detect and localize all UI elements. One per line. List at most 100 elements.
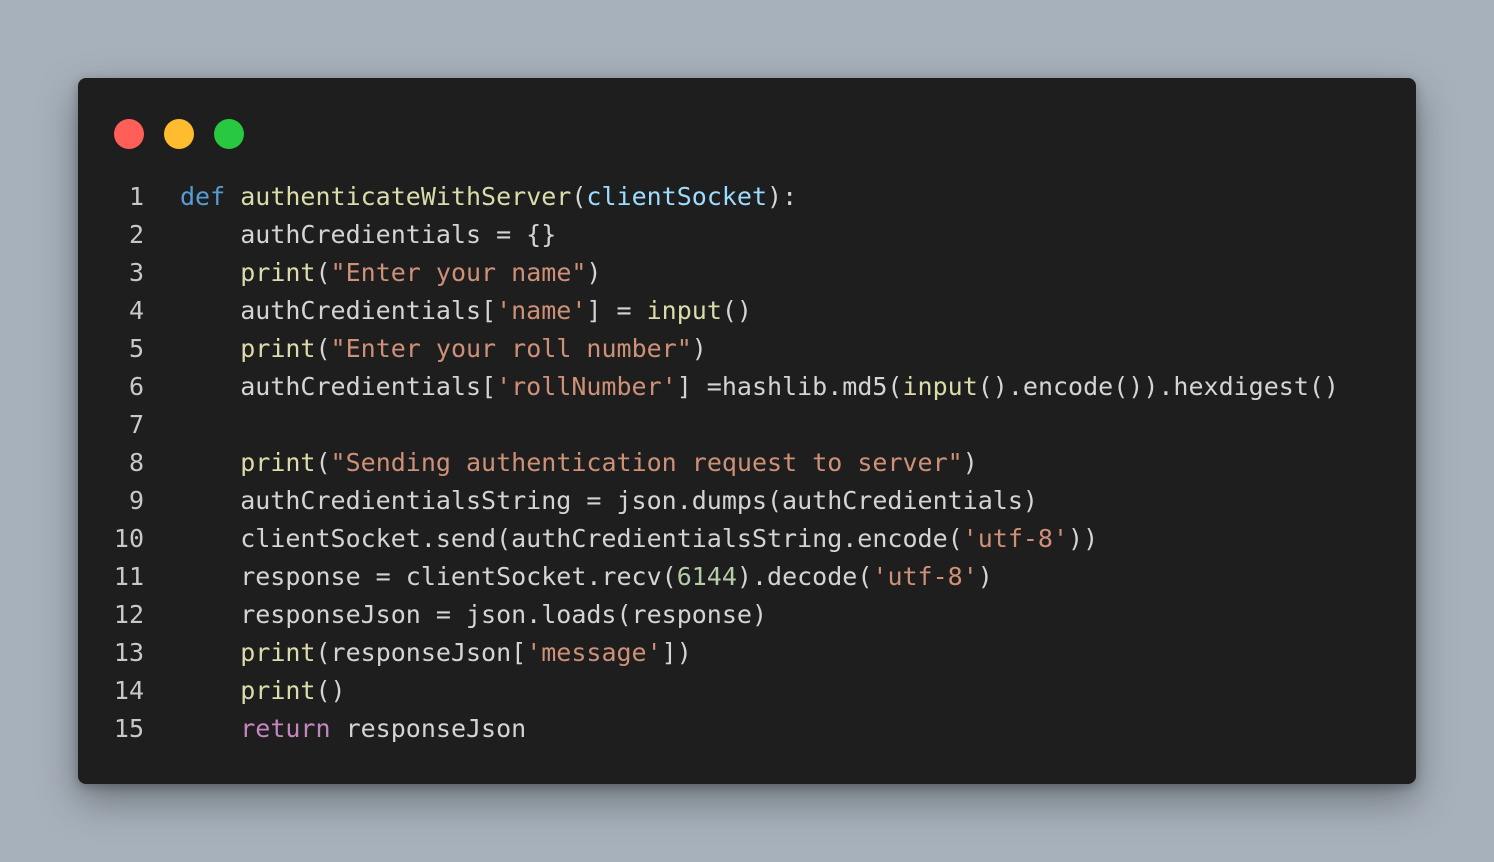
code-token: ( (571, 182, 587, 211)
code-token: ] = (586, 296, 647, 325)
line-number: 8 (128, 448, 144, 477)
code-token: ) (691, 334, 707, 363)
code-token: (responseJson[ (315, 638, 527, 667)
code-token: 6144 (676, 562, 737, 591)
code-token: "Enter your roll number" (330, 334, 692, 363)
code-token: ).decode( (736, 562, 873, 591)
code-token: print (240, 638, 316, 667)
code-line: 10 clientSocket.send(authCredientialsStr… (78, 520, 1416, 558)
code-token: responseJson (330, 714, 527, 743)
line-code: return responseJson (180, 710, 526, 748)
code-token: print (240, 676, 316, 705)
code-token: clientSocket.send(authCredientialsString… (180, 524, 963, 553)
code-token: 'name' (496, 296, 587, 325)
line-code: authCredientialsString = json.dumps(auth… (180, 482, 1038, 520)
code-line: 14 print() (78, 672, 1416, 710)
line-number: 6 (128, 372, 144, 401)
code-token: () (721, 296, 752, 325)
code-token: return (240, 714, 331, 743)
code-token: print (240, 258, 316, 287)
code-token: authCredientialsString = json.dumps(auth… (180, 486, 1038, 515)
code-token: )) (1068, 524, 1099, 553)
code-line: 12 responseJson = json.loads(response) (78, 596, 1416, 634)
code-token: 'utf-8' (962, 524, 1069, 553)
code-token: authenticateWithServer (240, 182, 572, 211)
line-code: print("Enter your name") (180, 254, 601, 292)
line-number: 7 (128, 410, 144, 439)
window-controls (114, 119, 244, 149)
maximize-button[interactable] (214, 119, 244, 149)
code-line: 4 authCredientials['name'] = input() (78, 292, 1416, 330)
code-line: 7 (78, 406, 1416, 444)
line-number: 12 (113, 600, 144, 629)
code-line: 13 print(responseJson['message']) (78, 634, 1416, 672)
code-token: input (902, 372, 978, 401)
line-code: authCredientials['rollNumber'] =hashlib.… (180, 368, 1339, 406)
code-token: responseJson = json.loads(response) (180, 600, 767, 629)
code-token: 'rollNumber' (496, 372, 677, 401)
code-token: () (315, 676, 346, 705)
line-number: 4 (128, 296, 144, 325)
line-code: clientSocket.send(authCredientialsString… (180, 520, 1098, 558)
code-token: authCredientials[ (180, 372, 497, 401)
code-token: 'utf-8' (872, 562, 978, 591)
line-code: responseJson = json.loads(response) (180, 596, 767, 634)
code-token: print (240, 448, 316, 477)
line-number: 15 (113, 714, 144, 743)
code-token: authCredientials[ (180, 296, 497, 325)
line-code: print("Enter your roll number") (180, 330, 707, 368)
line-number: 3 (128, 258, 144, 287)
code-line: 2 authCredientials = {} (78, 216, 1416, 254)
line-number: 14 (113, 676, 144, 705)
code-token: ( (315, 448, 331, 477)
code-token: ( (315, 258, 331, 287)
code-token: "Sending authentication request to serve… (330, 448, 963, 477)
code-token: ) (586, 258, 602, 287)
line-number: 9 (128, 486, 144, 515)
line-number: 11 (113, 562, 144, 591)
code-token: ]) (661, 638, 692, 667)
line-number: 1 (128, 182, 144, 211)
line-code: response = clientSocket.recv(6144).decod… (180, 558, 993, 596)
line-number: 10 (113, 524, 144, 553)
code-line: 1 def authenticateWithServer(clientSocket… (78, 178, 1416, 216)
code-editor[interactable]: 1 def authenticateWithServer(clientSocket… (78, 178, 1416, 748)
line-code: authCredientials = {} (180, 216, 556, 254)
code-line: 11 response = clientSocket.recv(6144).de… (78, 558, 1416, 596)
line-code: authCredientials['name'] = input() (180, 292, 752, 330)
code-window: 1 def authenticateWithServer(clientSocket… (78, 78, 1416, 784)
close-button[interactable] (114, 119, 144, 149)
code-token: ( (315, 334, 331, 363)
code-token: ().encode()).hexdigest() (977, 372, 1339, 401)
code-token: def (180, 182, 226, 211)
code-token: ] =hashlib.md5( (676, 372, 903, 401)
line-code: print("Sending authentication request to… (180, 444, 978, 482)
line-code: print() (180, 672, 346, 710)
code-token: clientSocket (586, 182, 768, 211)
code-line: 9 authCredientialsString = json.dumps(au… (78, 482, 1416, 520)
code-token: input (646, 296, 722, 325)
code-line: 6 authCredientials['rollNumber'] =hashli… (78, 368, 1416, 406)
line-number: 5 (128, 334, 144, 363)
code-line: 15 return responseJson (78, 710, 1416, 748)
code-token: ) (962, 448, 978, 477)
code-line: 8 print("Sending authentication request … (78, 444, 1416, 482)
line-number: 13 (113, 638, 144, 667)
code-line: 3 print("Enter your name") (78, 254, 1416, 292)
minimize-button[interactable] (164, 119, 194, 149)
code-token: authCredientials = {} (180, 220, 557, 249)
code-line: 5 print("Enter your roll number") (78, 330, 1416, 368)
line-number: 2 (128, 220, 144, 249)
line-code: def authenticateWithServer(clientSocket)… (180, 178, 797, 216)
code-token: response = clientSocket.recv( (180, 562, 677, 591)
code-token: ) (977, 562, 993, 591)
code-token: "Enter your name" (330, 258, 587, 287)
code-token: ): (767, 182, 798, 211)
code-token: print (240, 334, 316, 363)
